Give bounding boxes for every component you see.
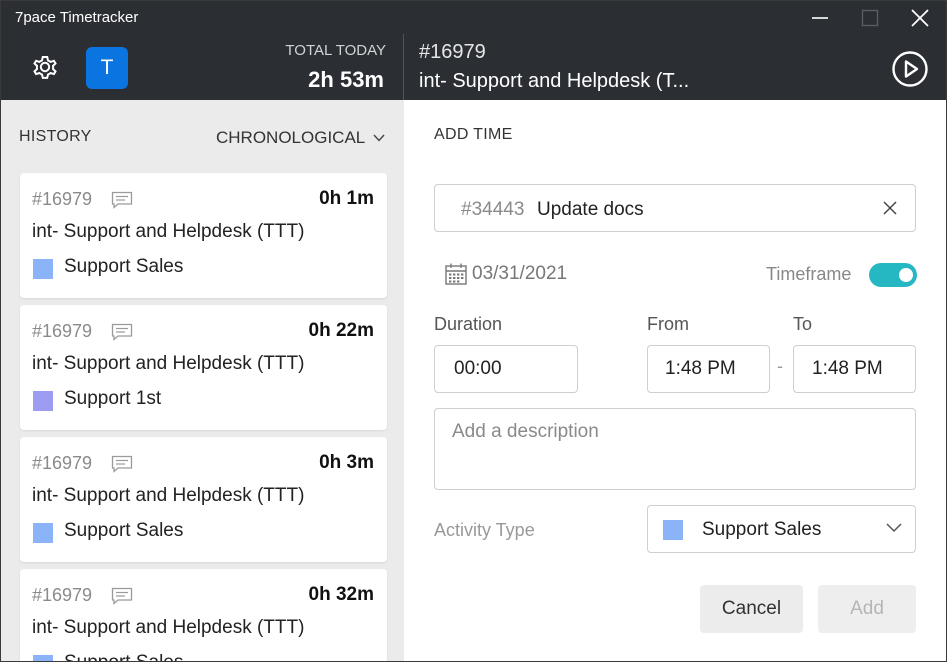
add-time-heading: ADD TIME [434, 126, 513, 143]
add-label: Add [850, 598, 884, 619]
settings-button[interactable] [29, 51, 61, 83]
time-range-separator: - [777, 356, 783, 376]
history-entry[interactable]: #16979 0h 1m int- Support and Helpdesk (… [20, 173, 387, 298]
entry-task-id: #16979 [32, 189, 93, 209]
header-divider [403, 34, 404, 100]
activity-color-swatch [663, 520, 683, 540]
comment-icon[interactable] [111, 587, 133, 605]
activity-color-swatch [33, 391, 53, 411]
cancel-button[interactable]: Cancel [700, 585, 803, 633]
chevron-down-icon [886, 523, 902, 533]
entry-task-id: #16979 [32, 321, 93, 341]
current-task-id: #16979 [419, 41, 486, 63]
start-tracking-button[interactable] [891, 50, 929, 88]
total-today-label: TOTAL TODAY [285, 42, 386, 59]
description-placeholder: Add a description [452, 421, 599, 442]
entry-duration: 0h 3m [319, 452, 374, 473]
avatar[interactable]: T [86, 47, 128, 89]
entry-task-id: #16979 [32, 453, 93, 473]
entry-title: int- Support and Helpdesk (TTT) [32, 221, 305, 242]
duration-input[interactable]: 00:00 [434, 345, 578, 393]
entry-task-id: #16979 [32, 585, 93, 605]
activity-type-value: Support Sales [702, 519, 822, 540]
activity-type-select[interactable]: Support Sales [647, 505, 916, 553]
minimize-button[interactable] [797, 1, 843, 34]
duration-label: Duration [434, 314, 503, 334]
history-entry[interactable]: #16979 0h 32m int- Support and Helpdesk … [20, 569, 387, 661]
entry-title: int- Support and Helpdesk (TTT) [32, 617, 305, 638]
activity-color-swatch [33, 655, 53, 661]
entry-activity: Support Sales [64, 520, 184, 541]
to-time-input[interactable]: 1:48 PM [793, 345, 916, 393]
title-bar: 7pace Timetracker [1, 1, 946, 34]
app-window: 7pace Timetracker T TOTAL TODAY 2h 53m #… [0, 0, 947, 662]
comment-icon[interactable] [111, 323, 133, 341]
header-bar: T TOTAL TODAY 2h 53m #16979 int- Support… [1, 34, 946, 100]
avatar-initial: T [100, 56, 114, 79]
add-button[interactable]: Add [818, 585, 916, 633]
minimize-icon [812, 16, 828, 19]
date-value: 03/31/2021 [472, 263, 568, 284]
play-circle-icon [892, 51, 928, 87]
from-time-input[interactable]: 1:48 PM [647, 345, 770, 393]
add-time-panel: ADD TIME #34443 Update docs 03/31/2021 T… [404, 100, 946, 661]
clear-icon[interactable] [881, 199, 899, 217]
task-selector[interactable]: #34443 Update docs [434, 184, 916, 232]
entry-duration: 0h 32m [308, 584, 374, 605]
entry-activity: Support Sales [64, 652, 183, 661]
to-time-value: 1:48 PM [812, 358, 883, 379]
entry-activity: Support Sales [64, 256, 184, 277]
window-title: 7pace Timetracker [15, 9, 139, 26]
duration-value: 00:00 [454, 358, 502, 379]
comment-icon[interactable] [111, 191, 133, 209]
history-entry[interactable]: #16979 0h 3m int- Support and Helpdesk (… [20, 437, 387, 562]
date-picker[interactable]: 03/31/2021 [444, 262, 567, 286]
comment-icon[interactable] [111, 455, 133, 473]
timeframe-toggle[interactable] [869, 263, 917, 287]
cancel-label: Cancel [721, 598, 782, 619]
selected-task-id: #34443 [461, 199, 525, 220]
total-today-value: 2h 53m [308, 67, 384, 92]
maximize-icon [861, 9, 879, 26]
close-icon [911, 8, 929, 27]
to-label: To [793, 314, 813, 334]
sort-dropdown[interactable]: CHRONOLOGICAL [216, 128, 385, 148]
entry-title: int- Support and Helpdesk (TTT) [32, 353, 305, 374]
entry-duration: 0h 22m [308, 320, 374, 341]
entry-title: int- Support and Helpdesk (TTT) [32, 485, 305, 506]
entry-activity: Support 1st [64, 388, 162, 409]
entry-duration: 0h 1m [319, 188, 374, 209]
activity-type-label: Activity Type [434, 520, 535, 540]
chevron-down-icon [373, 134, 385, 142]
history-panel: HISTORY CHRONOLOGICAL #16979 0h 1m int- … [1, 100, 404, 661]
activity-color-swatch [33, 259, 53, 279]
history-entry[interactable]: #16979 0h 22m int- Support and Helpdesk … [20, 305, 387, 430]
gear-icon [33, 56, 57, 79]
maximize-button[interactable] [847, 1, 893, 34]
toggle-knob [899, 268, 913, 282]
from-label: From [647, 314, 689, 334]
current-task-title: int- Support and Helpdesk (T... [419, 70, 690, 92]
calendar-icon [445, 263, 467, 285]
close-button[interactable] [897, 1, 943, 34]
selected-task-name: Update docs [537, 199, 644, 220]
activity-color-swatch [33, 523, 53, 543]
sort-label: CHRONOLOGICAL [216, 128, 366, 147]
description-input[interactable]: Add a description [434, 408, 916, 490]
history-label: HISTORY [19, 128, 92, 145]
from-time-value: 1:48 PM [665, 358, 736, 379]
timeframe-label: Timeframe [766, 264, 852, 284]
